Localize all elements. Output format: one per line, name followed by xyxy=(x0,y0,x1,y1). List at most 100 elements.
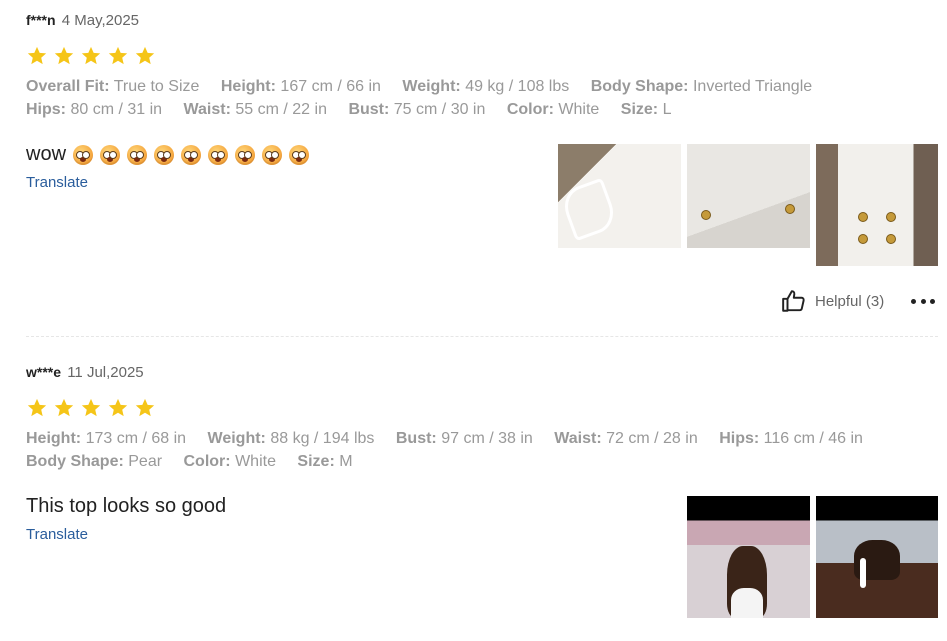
star-icon xyxy=(26,45,48,67)
review-comment: wow xyxy=(26,143,310,166)
attribute-key: Size: xyxy=(297,453,335,470)
attribute-key: Color: xyxy=(183,453,231,470)
more-dots-icon xyxy=(930,298,935,304)
attribute-height: Height: 173 cm / 68 in xyxy=(26,427,186,450)
translate-link[interactable]: Translate xyxy=(26,174,88,191)
review-photo[interactable] xyxy=(687,144,810,254)
attribute-height: Height: 167 cm / 66 in xyxy=(221,75,381,98)
attribute-value: L xyxy=(662,101,672,118)
attribute-bust: Bust: 75 cm / 30 in xyxy=(348,98,485,121)
flushed-face-emoji-icon xyxy=(127,144,148,165)
attribute-key: Height: xyxy=(26,430,82,447)
reviewer-name: f***n xyxy=(26,12,56,28)
attribute-overall-fit: Overall Fit: True to Size xyxy=(26,75,199,98)
attribute-value: White xyxy=(235,453,276,470)
attribute-key: Hips: xyxy=(26,101,66,118)
star-icon xyxy=(134,45,156,67)
size-attributes: Height: 173 cm / 68 in Weight: 88 kg / 1… xyxy=(26,427,880,473)
attribute-weight: Weight: 49 kg / 108 lbs xyxy=(402,75,569,98)
attribute-key: Body Shape: xyxy=(26,453,124,470)
attribute-key: Bust: xyxy=(395,430,437,447)
attribute-value: 116 cm / 46 in xyxy=(763,430,863,447)
more-options-button[interactable] xyxy=(911,290,935,312)
attribute-size: Size: M xyxy=(297,450,352,473)
attribute-key: Size: xyxy=(620,101,659,118)
helpful-button[interactable]: Helpful (3) xyxy=(781,288,884,314)
star-icon xyxy=(107,45,129,67)
flushed-face-emoji-icon xyxy=(154,144,175,165)
review-date: 11 Jul,2025 xyxy=(67,364,144,381)
attribute-key: Overall Fit: xyxy=(26,78,110,95)
attribute-key: Bust: xyxy=(348,101,390,118)
review-card: w***e 11 Jul,2025 Height: 173 cm / 68 in… xyxy=(26,352,938,641)
attribute-body-shape: Body Shape: Inverted Triangle xyxy=(591,75,812,98)
attribute-key: Body Shape: xyxy=(590,78,689,95)
helpful-label: Helpful (3) xyxy=(815,292,885,310)
translate-link[interactable]: Translate xyxy=(26,526,88,543)
attribute-value: 49 kg / 108 lbs xyxy=(465,78,570,95)
attribute-waist: Waist: 55 cm / 22 in xyxy=(184,98,327,121)
comment-text: This top looks so good xyxy=(26,495,227,517)
reviewer-name: w***e xyxy=(26,364,62,380)
flushed-face-emoji-icon xyxy=(262,144,283,165)
comment-text: wow xyxy=(26,143,67,165)
star-rating xyxy=(26,45,156,67)
attribute-value: 88 kg / 194 lbs xyxy=(270,430,375,447)
review-photo[interactable] xyxy=(687,496,810,618)
attribute-value: 80 cm / 31 in xyxy=(70,101,163,118)
more-dots-icon xyxy=(920,298,926,304)
review-header: f***n 4 May,2025 xyxy=(26,10,139,31)
star-icon xyxy=(107,397,129,419)
attribute-key: Height: xyxy=(220,78,276,95)
attribute-value: 75 cm / 30 in xyxy=(393,101,486,118)
attribute-hips: Hips: 80 cm / 31 in xyxy=(26,98,162,121)
review-header: w***e 11 Jul,2025 xyxy=(26,362,144,383)
flushed-face-emoji-icon xyxy=(235,144,256,165)
attribute-key: Color: xyxy=(506,101,554,118)
attribute-hips: Hips: 116 cm / 46 in xyxy=(719,427,863,450)
attribute-key: Hips: xyxy=(719,430,760,447)
attribute-key: Weight: xyxy=(402,78,461,95)
thumbs-up-icon xyxy=(781,288,807,314)
star-rating xyxy=(26,397,156,419)
attribute-waist: Waist: 72 cm / 28 in xyxy=(554,427,697,450)
attribute-value: Inverted Triangle xyxy=(692,78,813,95)
attribute-weight: Weight: 88 kg / 194 lbs xyxy=(208,427,375,450)
attribute-value: 72 cm / 28 in xyxy=(606,430,698,447)
attribute-value: White xyxy=(558,101,600,118)
star-icon xyxy=(53,45,75,67)
attribute-key: Waist: xyxy=(183,101,231,118)
star-icon xyxy=(80,45,102,67)
attribute-color: Color: White xyxy=(507,98,599,121)
flushed-face-emoji-icon xyxy=(73,144,94,165)
attribute-key: Waist: xyxy=(554,430,602,447)
attribute-value: Pear xyxy=(128,453,163,470)
attribute-value: 173 cm / 68 in xyxy=(85,430,187,447)
review-date: 4 May,2025 xyxy=(61,12,140,29)
review-photo[interactable] xyxy=(816,496,938,618)
attribute-color: Color: White xyxy=(184,450,276,473)
flushed-face-emoji-icon xyxy=(289,144,310,165)
flushed-face-emoji-icon xyxy=(181,144,202,165)
star-icon xyxy=(53,397,75,419)
review-comment: This top looks so good xyxy=(26,495,226,518)
attribute-value: 97 cm / 38 in xyxy=(441,430,533,447)
attribute-bust: Bust: 97 cm / 38 in xyxy=(396,427,533,450)
more-dots-icon xyxy=(911,298,916,304)
review-card: f***n 4 May,2025 Overall Fit: True to Si… xyxy=(26,0,938,337)
star-icon xyxy=(26,397,48,419)
attribute-value: 55 cm / 22 in xyxy=(235,101,327,118)
review-photo[interactable] xyxy=(816,144,938,266)
flushed-face-emoji-icon xyxy=(100,144,121,165)
attribute-value: 167 cm / 66 in xyxy=(280,78,381,95)
attribute-body-shape: Body Shape: Pear xyxy=(26,450,162,473)
size-attributes: Overall Fit: True to Size Height: 167 cm… xyxy=(26,75,829,121)
attribute-value: True to Size xyxy=(113,78,200,95)
flushed-face-emoji-icon xyxy=(208,144,229,165)
attribute-key: Weight: xyxy=(207,430,266,447)
star-icon xyxy=(80,397,102,419)
attribute-value: M xyxy=(339,453,353,470)
review-photo[interactable] xyxy=(558,144,681,254)
attribute-size: Size: L xyxy=(621,98,672,121)
star-icon xyxy=(134,397,156,419)
